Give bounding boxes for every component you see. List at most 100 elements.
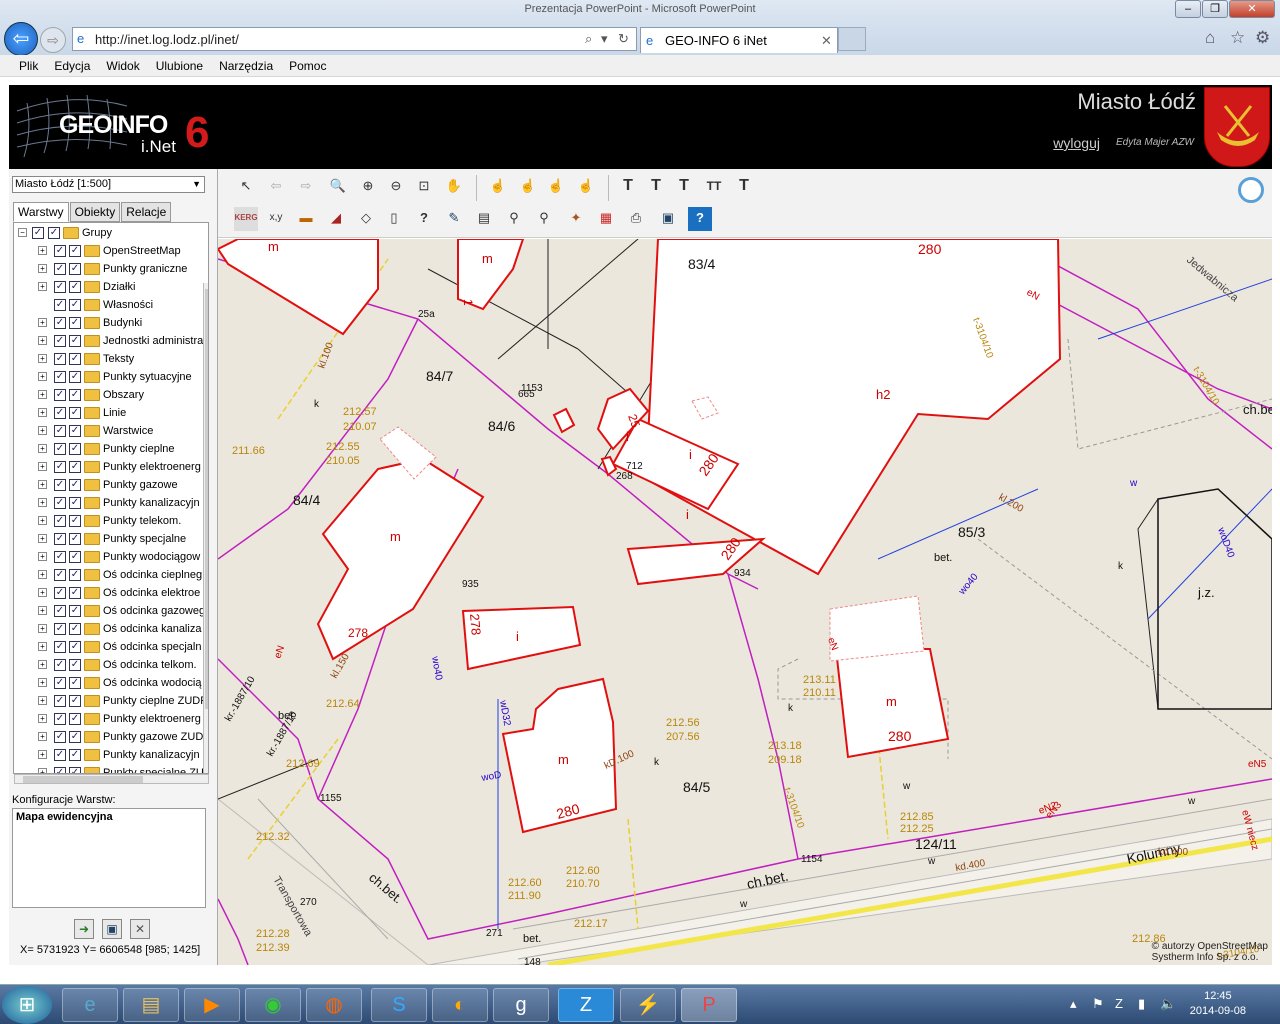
tree-layer-item[interactable]: + ✓ ✓ Punkty cieplne ZUDF	[16, 692, 208, 710]
text-style-icon[interactable]: T	[732, 175, 756, 199]
layer-checkbox[interactable]: ✓	[54, 281, 66, 293]
layer-checkbox[interactable]: ✓	[54, 317, 66, 329]
expand-icon[interactable]: +	[38, 552, 47, 561]
expand-icon[interactable]: +	[38, 642, 47, 651]
tree-layer-item[interactable]: + ✓ ✓ Punkty kanalizacyjn	[16, 746, 208, 764]
taskbar-skype-icon[interactable]: S	[371, 988, 427, 1022]
layer-label-checkbox[interactable]: ✓	[69, 353, 81, 365]
tree-layer-item[interactable]: + ✓ ✓ Oś odcinka elektroe	[16, 584, 208, 602]
expand-icon[interactable]: +	[38, 606, 47, 615]
expand-icon[interactable]: +	[38, 444, 47, 453]
layer-label-checkbox[interactable]: ✓	[69, 659, 81, 671]
delete-config-button[interactable]: ✕	[130, 919, 150, 939]
expand-icon[interactable]: +	[38, 570, 47, 579]
layer-label-checkbox[interactable]: ✓	[69, 317, 81, 329]
close-window-button[interactable]: ✕	[1229, 0, 1275, 18]
layer-checkbox[interactable]: ✓	[54, 659, 66, 671]
export-icon[interactable]: ✦	[564, 207, 588, 231]
menu-widok[interactable]: Widok	[98, 55, 147, 77]
expand-icon[interactable]: +	[38, 660, 47, 669]
expand-icon[interactable]: +	[38, 462, 47, 471]
layer-checkbox[interactable]: ✓	[54, 371, 66, 383]
layer-checkbox[interactable]: ✓	[54, 533, 66, 545]
expand-icon[interactable]: +	[38, 678, 47, 687]
layer-checkbox[interactable]: ✓	[54, 407, 66, 419]
map-scale-select[interactable]: Miasto Łódź [1:500]	[12, 176, 205, 193]
layer-label-checkbox[interactable]: ✓	[69, 551, 81, 563]
layer-label-checkbox[interactable]: ✓	[69, 515, 81, 527]
edit-pen-icon[interactable]: ✎	[442, 207, 466, 231]
layer-checkbox[interactable]: ✓	[54, 263, 66, 275]
select-arrow-icon[interactable]: ↖	[234, 175, 258, 199]
help-icon[interactable]: ?	[688, 207, 712, 231]
settings-gear-icon[interactable]: ⚙	[1255, 28, 1270, 48]
layer-label-checkbox[interactable]: ✓	[69, 281, 81, 293]
taskbar-geo-icon[interactable]: g	[493, 988, 549, 1022]
logout-link[interactable]: wyloguj	[1053, 135, 1100, 151]
tree-layer-item[interactable]: + ✓ ✓ Punkty specjalne ZU	[16, 764, 208, 773]
config-list[interactable]: Mapa ewidencyjna	[12, 808, 206, 908]
layer-label-checkbox[interactable]: ✓	[69, 605, 81, 617]
tray-z-icon[interactable]: Z	[1115, 996, 1123, 1011]
layer-label-checkbox[interactable]: ✓	[69, 335, 81, 347]
layer-checkbox[interactable]: ✓	[54, 461, 66, 473]
help-query-icon[interactable]: ?	[412, 207, 436, 231]
tray-network-icon[interactable]: ▮	[1138, 996, 1145, 1012]
expand-icon[interactable]: +	[38, 408, 47, 417]
dropdown-icon[interactable]: ▾	[601, 31, 608, 47]
layer-checkbox[interactable]: ✓	[54, 641, 66, 653]
home-icon[interactable]: ⌂	[1205, 28, 1215, 48]
taskbar-ie-icon[interactable]: e	[62, 988, 118, 1022]
menu-narzedzia[interactable]: Narzędzia	[211, 55, 281, 77]
kerg-icon[interactable]: KERG	[234, 207, 258, 231]
config-item[interactable]: Mapa ewidencyjna	[16, 811, 113, 823]
minimize-button[interactable]: –	[1175, 0, 1201, 18]
tab-warstwy[interactable]: Warstwy	[13, 202, 69, 222]
layer-label-checkbox[interactable]: ✓	[69, 641, 81, 653]
expand-icon[interactable]: +	[38, 516, 47, 525]
select-hand-icon[interactable]: ☝	[516, 175, 540, 199]
start-button[interactable]: ⊞	[2, 986, 52, 1024]
expand-icon[interactable]: +	[38, 426, 47, 435]
layer-label-checkbox[interactable]: ✓	[69, 713, 81, 725]
text-edit-icon[interactable]: T	[672, 175, 696, 199]
favorites-star-icon[interactable]: ☆	[1230, 28, 1245, 48]
layer-label-checkbox[interactable]: ✓	[69, 569, 81, 581]
taskbar-z-icon[interactable]: Z	[558, 988, 614, 1022]
layer-label-checkbox[interactable]: ✓	[69, 461, 81, 473]
tree-layer-item[interactable]: + ✓ ✓ Linie	[16, 404, 208, 422]
layer-checkbox[interactable]: ✓	[54, 695, 66, 707]
menu-plik[interactable]: Plik	[11, 55, 46, 77]
map-view[interactable]: 83/4 84/7 84/6 84/4 85/3 84/5 124/11 m h2 i i i i m m m…	[218, 239, 1272, 965]
info-hand-icon[interactable]: ☝	[486, 175, 510, 199]
tray-flag-icon[interactable]: ⚑	[1092, 996, 1104, 1012]
tree-layer-item[interactable]: + ✓ ✓ Punkty sytuacyjne	[16, 368, 208, 386]
zoom-in-icon[interactable]: ⊕	[356, 175, 380, 199]
layer-checkbox[interactable]: ✓	[54, 479, 66, 491]
expand-icon[interactable]: +	[38, 714, 47, 723]
save-config-button[interactable]: ▣	[102, 919, 122, 939]
taskbar-explorer-icon[interactable]: ▤	[123, 988, 179, 1022]
layer-label-checkbox[interactable]: ✓	[69, 623, 81, 635]
layer-label-checkbox[interactable]: ✓	[69, 299, 81, 311]
search-binoculars-icon[interactable]: ⚲	[502, 207, 526, 231]
layer-checkbox[interactable]: ✓	[54, 335, 66, 347]
taskbar-firefox-icon[interactable]: ◍	[306, 988, 362, 1022]
taskbar-media-icon[interactable]: ▶	[184, 988, 240, 1022]
layer-checkbox[interactable]: ✓	[54, 245, 66, 257]
expand-icon[interactable]: +	[38, 696, 47, 705]
tree-layer-item[interactable]: + ✓ ✓ Punkty wodociągow	[16, 548, 208, 566]
tree-layer-item[interactable]: + ✓ ✓ Punkty telekom.	[16, 512, 208, 530]
tab-geoinfo[interactable]: e GEO-INFO 6 iNet ✕	[640, 27, 838, 53]
layer-label-checkbox[interactable]: ✓	[69, 245, 81, 257]
layer-checkbox[interactable]: ✓	[54, 749, 66, 761]
layer-label-checkbox[interactable]: ✓	[69, 767, 81, 773]
layer-checkbox[interactable]: ✓	[54, 389, 66, 401]
layer-label-checkbox[interactable]: ✓	[69, 749, 81, 761]
address-bar[interactable]: e http://inet.log.lodz.pl/inet/ ⌕ ▾ ↻	[72, 27, 637, 51]
layer-label-checkbox[interactable]: ✓	[69, 425, 81, 437]
layer-label-checkbox[interactable]: ✓	[69, 533, 81, 545]
checkbox[interactable]: ✓	[32, 227, 44, 239]
next-view-icon[interactable]: ⇨	[294, 175, 318, 199]
maximize-button[interactable]: ❐	[1202, 0, 1228, 18]
